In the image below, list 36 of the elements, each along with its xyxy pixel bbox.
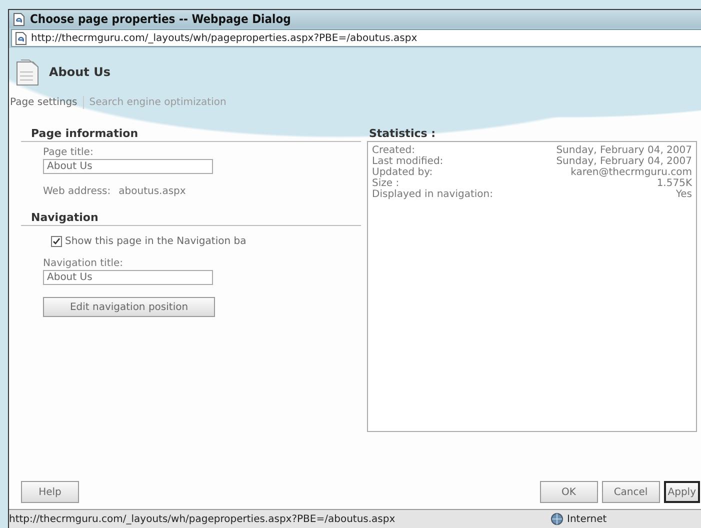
security-zone: Internet xyxy=(567,514,607,524)
stat-label: Last modified: xyxy=(372,156,444,167)
field-label: Page title: xyxy=(43,147,94,158)
address-field[interactable]: http://thecrmguru.com/_layouts/wh/pageproperties.aspx?PBE=/aboutus.aspx xyxy=(11,29,701,47)
web-address: aboutus.aspx xyxy=(118,186,186,197)
navigation-title-field[interactable]: About Us xyxy=(43,270,213,285)
document-icon xyxy=(15,58,41,86)
stat-value: 1.575K xyxy=(656,178,692,189)
stat-label: Updated by: xyxy=(372,167,434,178)
status-url: http://thecrmguru.com/_layouts/wh/pageproperties.aspx?PBE=/aboutus.aspx xyxy=(9,514,396,524)
section-heading: Page information xyxy=(21,127,361,142)
dialog-button[interactable]: Help xyxy=(21,481,79,503)
field-label: Web address: xyxy=(43,186,111,197)
stat-label: Size : xyxy=(372,178,400,189)
stat-label: Created: xyxy=(372,145,416,156)
checkbox-label: Show this page in the Navigation ba xyxy=(65,236,246,247)
page-icon xyxy=(13,12,25,26)
tab[interactable]: Page settings xyxy=(9,96,84,109)
page-icon xyxy=(15,32,27,44)
section-heading: Statistics : xyxy=(368,127,437,140)
page-heading: About Us xyxy=(49,65,110,79)
stat-value: Sunday, February 04, 2007 xyxy=(555,145,692,156)
dialog-button[interactable]: OK xyxy=(540,481,598,503)
stat-value: Yes xyxy=(674,189,692,200)
dialog-button[interactable]: Apply xyxy=(664,481,700,503)
checkbox[interactable] xyxy=(51,236,62,247)
window-title: Choose page properties -- Webpage Dialog xyxy=(30,12,291,26)
stat-value: Sunday, February 04, 2007 xyxy=(555,156,692,167)
page-title-field[interactable]: About Us xyxy=(43,159,213,174)
edit-navigation-button[interactable]: Edit navigation position xyxy=(43,297,215,317)
globe-icon xyxy=(551,513,563,525)
field-label: Navigation title: xyxy=(43,258,124,269)
stat-value: karen@thecrmguru.com xyxy=(570,167,692,178)
dialog-button[interactable]: Cancel xyxy=(602,481,660,503)
section-heading: Navigation xyxy=(21,211,361,226)
stat-label: Displayed in navigation: xyxy=(372,189,493,200)
